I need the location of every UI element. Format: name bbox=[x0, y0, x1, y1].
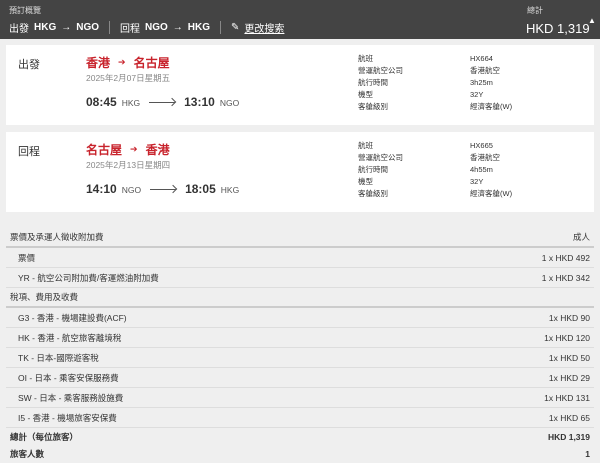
chevron-up-icon[interactable]: ▲ bbox=[588, 16, 596, 25]
return-label: 回程 bbox=[120, 24, 141, 35]
route: 名古屋 ➔ 香港 bbox=[86, 143, 170, 157]
flight-details: 航班 HX664 營運航空公司 香港航空 航行時間 3h25m 機型 32Y 客艙級別 經濟客艙(… bbox=[358, 53, 512, 113]
fare-row: SW - 日本 - 乘客服務設施費 1x HKD 131 bbox=[6, 388, 594, 408]
total-label: 總計 bbox=[527, 6, 543, 15]
fare-section-header: 票價及承運人徵收附加費 成人 bbox=[6, 228, 594, 248]
detail-row: 航班 HX664 bbox=[358, 54, 493, 63]
tax-section-header: 稅項、費用及收費 bbox=[6, 288, 594, 308]
leg-label: 出發 bbox=[18, 59, 40, 71]
long-arrow-icon bbox=[150, 189, 177, 190]
fare-breakdown: 票價及承運人徵收附加費 成人 票價 1 x HKD 492 YR - 航空公司附加費/… bbox=[6, 228, 594, 462]
flight-date: 2025年2月13日星期四 bbox=[86, 160, 171, 170]
return-from: NGO bbox=[145, 22, 168, 33]
flight-card: 回程 名古屋 ➔ 香港 2025年2月13日星期四 14:10 NGO 18:05 HKG… bbox=[6, 132, 594, 212]
long-arrow-icon bbox=[149, 102, 176, 103]
fare-row: 票價 1 x HKD 492 bbox=[6, 248, 594, 268]
detail-row: 航行時間 3h25m bbox=[358, 78, 493, 87]
detail-row: 客艙級別 經濟客艙(W) bbox=[358, 189, 513, 198]
leg-label: 回程 bbox=[18, 146, 40, 158]
detail-row: 航班 HX665 bbox=[358, 141, 493, 150]
outbound-label: 出發 bbox=[9, 24, 29, 35]
fare-row: G3 - 香港 - 機場建設費(ACF) 1x HKD 90 bbox=[6, 308, 594, 328]
route: 香港 ➔ 名古屋 bbox=[86, 56, 170, 70]
fare-row: I5 - 香港 - 機場旅客安保費 1x HKD 65 bbox=[6, 408, 594, 428]
arrow-right-icon: → bbox=[61, 22, 72, 33]
fare-row: HK - 香港 - 航空旅客離境稅 1x HKD 120 bbox=[6, 328, 594, 348]
fare-row: YR - 航空公司附加費/客運燃油附加費 1 x HKD 342 bbox=[6, 268, 594, 288]
total-price: HKD 1,319 bbox=[526, 21, 590, 36]
arrow-right-icon: ➔ bbox=[130, 144, 138, 154]
arrow-right-icon: → bbox=[172, 22, 183, 33]
detail-row: 機型 32Y bbox=[358, 177, 484, 186]
edit-icon[interactable]: ✎ bbox=[231, 22, 239, 33]
fare-row: OI - 日本 - 乘客安保服務費 1x HKD 29 bbox=[6, 368, 594, 388]
return-to: HKG bbox=[187, 22, 211, 33]
summary-title: 預訂概覽 bbox=[9, 6, 41, 15]
flight-card: 出發 香港 ➔ 名古屋 2025年2月07日星期五 08:45 HKG 13:10 NGO… bbox=[6, 45, 594, 125]
outbound-from: HKG bbox=[34, 22, 57, 33]
flight-date: 2025年2月07日星期五 bbox=[86, 73, 171, 83]
detail-row: 營運航空公司 香港航空 bbox=[358, 153, 500, 162]
flight-times: 14:10 NGO 18:05 HKG bbox=[86, 182, 240, 196]
edit-search-link[interactable]: 更改搜索 bbox=[244, 20, 284, 35]
flight-times: 08:45 HKG 13:10 NGO bbox=[86, 95, 240, 109]
arrow-right-icon: ➔ bbox=[118, 57, 126, 67]
outbound-to: NGO bbox=[76, 22, 100, 33]
passenger-count-row: 旅客人數 1 bbox=[10, 448, 590, 459]
detail-row: 營運航空公司 香港航空 bbox=[358, 66, 500, 75]
divider bbox=[109, 21, 111, 34]
flight-details: 航班 HX665 營運航空公司 香港航空 航行時間 4h55m 機型 32Y 客艙級別 經濟客艙(… bbox=[358, 140, 512, 200]
divider bbox=[220, 21, 222, 34]
detail-row: 客艙級別 經濟客艙(W) bbox=[358, 102, 513, 111]
detail-row: 機型 32Y bbox=[358, 90, 484, 99]
summary-header: 預訂概覽 出發 HKG → NGO 回程 NGO → HKG ✎ 更改搜索 總計 HKD … bbox=[0, 0, 600, 39]
fare-row: TK - 日本-國際遊客稅 1x HKD 50 bbox=[6, 348, 594, 368]
detail-row: 航行時間 4h55m bbox=[358, 165, 493, 174]
total-row: 總計（每位旅客） HKD 1,319 bbox=[10, 431, 590, 442]
